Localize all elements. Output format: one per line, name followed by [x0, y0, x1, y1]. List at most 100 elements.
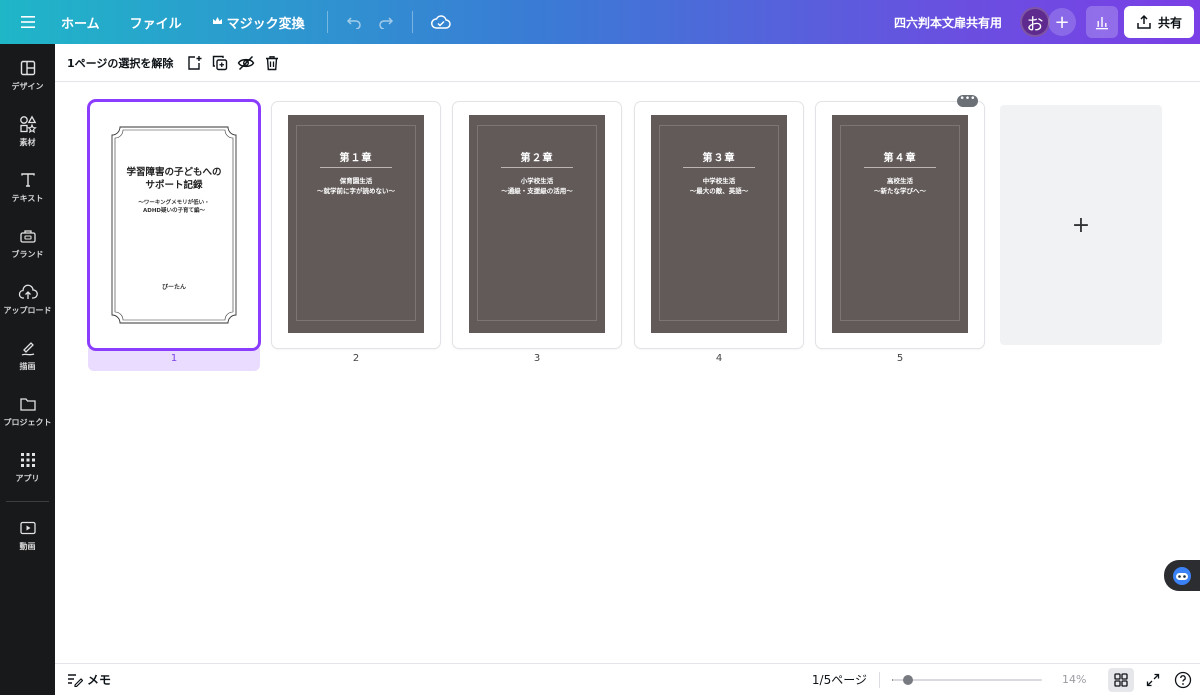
- chapter-title: 高校生活: [887, 177, 913, 185]
- cover-title-line-1: 学習障害の子どもへの: [126, 167, 222, 178]
- sidebar-item-label: 素材: [19, 138, 36, 147]
- hamburger-menu-icon[interactable]: [0, 0, 55, 44]
- page-thumbnail-2[interactable]: 第１章 保育園生活 〜就学前に字が読めない〜: [272, 102, 440, 348]
- text-icon: [18, 170, 38, 190]
- share-button[interactable]: 共有: [1123, 6, 1194, 38]
- zoom-slider-knob[interactable]: [903, 674, 914, 685]
- chapter-subtitle: 〜最大の敵、英語〜: [689, 187, 749, 195]
- sidebar-item-label: ブランド: [11, 250, 44, 259]
- sidebar-item-draw[interactable]: 描画: [0, 338, 55, 372]
- page-number-1: 1: [170, 353, 178, 364]
- sidebar-item-uploads[interactable]: アップロード: [0, 282, 55, 316]
- sidebar-item-label: アプリ: [15, 474, 40, 483]
- sidebar-item-elements[interactable]: 素材: [0, 114, 55, 148]
- cover-title-line-2: サポート記録: [145, 180, 203, 191]
- chapter-title: 小学校生活: [520, 177, 554, 185]
- trash-icon[interactable]: [259, 50, 285, 76]
- toolbar-divider: [411, 11, 413, 33]
- sidebar-item-brand[interactable]: ブランド: [0, 226, 55, 260]
- chapter-number: 第１章: [339, 153, 373, 164]
- page-thumbnail-4[interactable]: 第３章 中学校生活 〜最大の敵、英語〜: [635, 102, 803, 348]
- file-menu[interactable]: ファイル: [130, 0, 182, 44]
- page-number-4: 4: [715, 353, 723, 364]
- toolbar-divider: [326, 11, 328, 33]
- zoom-slider[interactable]: [892, 673, 1042, 687]
- chapter-divider: [864, 167, 936, 168]
- shapes-icon: [18, 114, 38, 134]
- left-sidebar: デザイン 素材 テキスト ブランド アップロード 描画 プロジェクト アプリ 動…: [0, 44, 55, 695]
- zoom-percentage[interactable]: 14%: [1062, 673, 1098, 686]
- home-menu[interactable]: ホーム: [61, 0, 100, 44]
- chapter-number: 第４章: [883, 153, 917, 164]
- bar-chart-icon[interactable]: [1085, 6, 1118, 38]
- help-icon[interactable]: [1170, 668, 1196, 692]
- page-thumbnail-5[interactable]: ••• 第４章 高校生活 〜新たな学びへ〜: [816, 95, 984, 348]
- add-page-button[interactable]: +: [1000, 105, 1162, 345]
- page-number-3: 3: [533, 353, 541, 364]
- chapter-page: 第３章 中学校生活 〜最大の敵、英語〜: [651, 115, 787, 333]
- sidebar-item-projects[interactable]: プロジェクト: [0, 394, 55, 428]
- sidebar-item-label: デザイン: [11, 82, 44, 91]
- video-icon: [18, 518, 38, 538]
- sidebar-divider: [6, 501, 49, 502]
- page-thumbnail-1[interactable]: 学習障害の子どもへの サポート記録 〜ワーキングメモリが低い・ ADHD疑いの子…: [90, 102, 258, 348]
- page-number-5: 5: [896, 353, 904, 364]
- chapter-subtitle: 〜通級・支援級の活用〜: [501, 187, 573, 195]
- hide-icon[interactable]: [233, 50, 259, 76]
- ornamental-frame: [111, 126, 237, 324]
- page-number-2: 2: [352, 353, 360, 364]
- assistant-button[interactable]: [1164, 560, 1200, 591]
- sidebar-item-design[interactable]: デザイン: [0, 58, 55, 92]
- chapter-number: 第３章: [702, 153, 736, 164]
- page-thumbnail-3[interactable]: 第２章 小学校生活 〜通級・支援級の活用〜: [453, 102, 621, 348]
- add-page-icon[interactable]: [181, 50, 207, 76]
- chapter-divider: [320, 167, 392, 168]
- sidebar-item-label: アップロード: [3, 306, 52, 315]
- deselect-page-button[interactable]: 1ページの選択を解除: [67, 55, 173, 71]
- sidebar-item-label: 動画: [19, 542, 36, 551]
- notes-label: メモ: [87, 673, 112, 687]
- sidebar-item-text[interactable]: テキスト: [0, 170, 55, 204]
- chapter-page: 第２章 小学校生活 〜通級・支援級の活用〜: [469, 115, 605, 333]
- sidebar-item-apps[interactable]: アプリ: [0, 450, 55, 484]
- sidebar-item-video[interactable]: 動画: [0, 518, 55, 552]
- redo-icon[interactable]: [370, 0, 402, 44]
- chapter-divider: [683, 167, 755, 168]
- top-bar: ホーム ファイル マジック変換 四六判本文扉共有用 お + 共有: [0, 0, 1200, 44]
- magic-switch-menu[interactable]: マジック変換: [212, 0, 305, 44]
- apps-grid-icon: [18, 450, 38, 470]
- cover-subtitle-line-2: ADHD疑いの子育て編〜: [143, 208, 205, 214]
- document-title[interactable]: 四六判本文扉共有用: [894, 0, 1002, 44]
- notes-icon: [68, 673, 83, 687]
- avatar[interactable]: お: [1019, 7, 1050, 37]
- cover-subtitle: 〜ワーキングメモリが低い・ ADHD疑いの子育て編〜: [90, 199, 258, 215]
- chapter-subtitle: 〜就学前に字が読めない〜: [317, 187, 395, 195]
- page-counter[interactable]: 1/5ページ: [812, 671, 867, 688]
- sidebar-item-label: テキスト: [11, 194, 44, 203]
- sidebar-item-label: プロジェクト: [3, 418, 52, 427]
- draw-icon: [18, 338, 38, 358]
- cloud-saved-icon[interactable]: [423, 0, 459, 44]
- sidebar-item-label: 描画: [19, 362, 36, 371]
- undo-icon[interactable]: [338, 0, 370, 44]
- fullscreen-icon[interactable]: [1140, 668, 1166, 692]
- cloud-upload-icon: [18, 282, 38, 302]
- crown-icon: [212, 16, 223, 29]
- chapter-title: 中学校生活: [702, 177, 736, 185]
- cover-author: ぴーたん: [161, 284, 186, 291]
- chapter-page: 第４章 高校生活 〜新たな学びへ〜: [832, 115, 968, 333]
- bottom-divider: [879, 671, 880, 688]
- duplicate-icon[interactable]: [207, 50, 233, 76]
- brand-icon: [18, 226, 38, 246]
- page-grid-view: 学習障害の子どもへの サポート記録 〜ワーキングメモリが低い・ ADHD疑いの子…: [55, 83, 1200, 663]
- grid-view-icon[interactable]: [1108, 667, 1134, 692]
- add-member-button[interactable]: +: [1047, 8, 1076, 36]
- upload-share-icon: [1137, 14, 1151, 29]
- notes-button[interactable]: メモ: [67, 671, 111, 688]
- page-more-options-button[interactable]: •••: [957, 95, 978, 107]
- chapter-title: 保育園生活: [339, 177, 373, 185]
- folder-icon: [18, 394, 38, 414]
- layout-icon: [18, 58, 38, 78]
- zoom-slider-track: [892, 678, 1042, 681]
- share-label: 共有: [1157, 15, 1182, 30]
